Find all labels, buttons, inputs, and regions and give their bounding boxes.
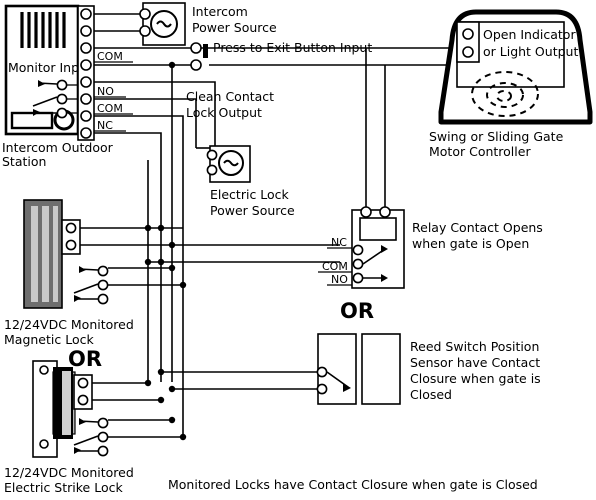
maglock-core-1 bbox=[31, 206, 38, 302]
terminal-label-com-2: COM bbox=[97, 102, 123, 115]
open-indicator-line2: or Light Output bbox=[483, 44, 578, 59]
reed-caption-line1: Reed Switch Position bbox=[410, 339, 539, 354]
relay-terminal-com[interactable] bbox=[352, 258, 364, 270]
relay-contact-box[interactable]: NC COM NO Relay Contact Opens when gate … bbox=[318, 206, 543, 289]
reed-terminal-2[interactable] bbox=[316, 383, 328, 395]
magnetic-lock[interactable]: 12/24VDC Monitored Magnetic Lock bbox=[4, 199, 134, 347]
strike-screw-2 bbox=[39, 439, 49, 449]
open-indicator-line1: Open Indicator bbox=[483, 27, 576, 42]
terminal-label-no: NO bbox=[97, 85, 114, 98]
maglock-monitor-contacts bbox=[73, 265, 109, 305]
terminal-label-nc: NC bbox=[97, 119, 113, 132]
electric-lock-power-source[interactable]: Electric Lock Power Source bbox=[206, 145, 295, 218]
push-button-icon[interactable] bbox=[203, 44, 208, 58]
relay-caption-line1: Relay Contact Opens bbox=[412, 220, 543, 235]
or-label-middle: OR bbox=[340, 299, 374, 323]
intercom-power-caption-line1: Intercom bbox=[192, 4, 248, 19]
relay-coil-terminal-2[interactable] bbox=[379, 206, 391, 218]
gate-motor-controller[interactable]: Open Indicator or Light Output Swing or … bbox=[429, 9, 593, 159]
clean-contact-lock-output: Clean Contact Lock Output bbox=[186, 89, 274, 120]
reed-caption-line2: Sensor have Contact bbox=[410, 355, 540, 370]
relay-caption-line2: when gate is Open bbox=[412, 236, 529, 251]
relay-label-com: COM bbox=[322, 260, 348, 273]
maglock-caption-line2: Magnetic Lock bbox=[4, 332, 94, 347]
maglock-terminal-2[interactable] bbox=[65, 239, 77, 251]
or-label-lower: OR bbox=[68, 347, 102, 371]
strike-monitor-contacts bbox=[73, 417, 109, 457]
reed-caption-line4: Closed bbox=[410, 387, 452, 402]
press-to-exit-label: Press to Exit Button Input bbox=[213, 40, 372, 55]
speaker-grille-icon bbox=[20, 12, 66, 48]
maglock-core-2 bbox=[42, 206, 49, 302]
nameplate bbox=[10, 111, 54, 130]
intercom-caption-line1: Intercom Outdoor bbox=[2, 140, 114, 155]
relay-label-no: NO bbox=[331, 273, 348, 286]
electric-strike-lock[interactable]: 12/24VDC Monitored Electric Strike Lock bbox=[4, 360, 134, 495]
relay-terminal-no[interactable] bbox=[352, 272, 364, 284]
reed-switch-sensor[interactable]: Reed Switch Position Sensor have Contact… bbox=[316, 333, 541, 405]
wiring-diagram: Monitor Input COM NO COM NC Intercom Out… bbox=[0, 0, 596, 500]
strike-caption-line2: Electric Strike Lock bbox=[4, 480, 123, 495]
relay-coil-terminal-1[interactable] bbox=[360, 206, 372, 218]
relay-coil bbox=[359, 217, 397, 241]
reed-caption-line3: Closure when gate is bbox=[410, 371, 541, 386]
strike-terminal-1[interactable] bbox=[77, 377, 89, 389]
clean-contact-line1: Clean Contact bbox=[186, 89, 274, 104]
intercom-power-source[interactable]: Intercom Power Source bbox=[139, 2, 277, 46]
strike-screw-1 bbox=[39, 365, 49, 375]
reed-switch-magnet bbox=[361, 333, 401, 405]
open-indicator-terminal-1[interactable] bbox=[462, 28, 474, 40]
strike-latch bbox=[62, 371, 71, 435]
strike-caption-line1: 12/24VDC Monitored bbox=[4, 465, 134, 480]
wire-junctions bbox=[144, 61, 187, 441]
relay-terminal-nc[interactable] bbox=[352, 244, 364, 256]
maglock-terminal-1[interactable] bbox=[65, 222, 77, 234]
reed-terminal-1[interactable] bbox=[316, 366, 328, 378]
strike-terminal-2[interactable] bbox=[77, 394, 89, 406]
electric-lock-power-line2: Power Source bbox=[210, 203, 295, 218]
intercom-caption-line2: Station bbox=[2, 154, 46, 169]
clean-contact-line2: Lock Output bbox=[186, 105, 262, 120]
maglock-core-3 bbox=[53, 206, 58, 302]
terminal-label-com-1: COM bbox=[97, 50, 123, 63]
intercom-power-caption-line2: Power Source bbox=[192, 20, 277, 35]
gate-controller-caption-line2: Motor Controller bbox=[429, 144, 531, 159]
electric-lock-power-line1: Electric Lock bbox=[210, 187, 290, 202]
footer-note: Monitored Locks have Contact Closure whe… bbox=[168, 477, 538, 492]
relay-label-nc: NC bbox=[331, 236, 347, 249]
open-indicator-terminal-2[interactable] bbox=[462, 46, 474, 58]
gate-controller-caption-line1: Swing or Sliding Gate bbox=[429, 129, 564, 144]
maglock-caption-line1: 12/24VDC Monitored bbox=[4, 317, 134, 332]
